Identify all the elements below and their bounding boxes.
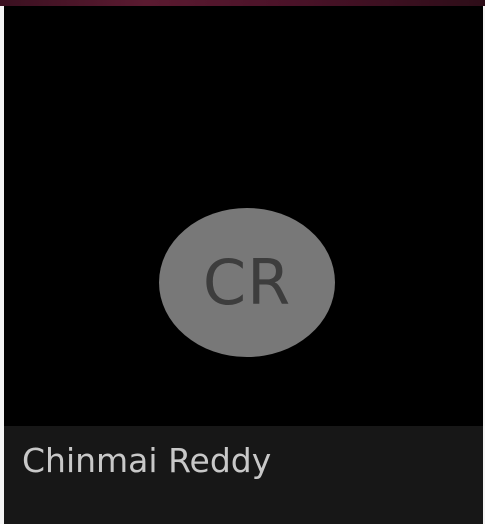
participant-name-bar: Chinmai Reddy [4, 426, 483, 524]
video-call-frame: CR Chinmai Reddy [0, 0, 485, 524]
avatar: CR [159, 208, 335, 357]
participant-name: Chinmai Reddy [22, 441, 272, 480]
participant-tile[interactable]: CR Chinmai Reddy [4, 6, 483, 524]
avatar-initials: CR [202, 245, 292, 319]
